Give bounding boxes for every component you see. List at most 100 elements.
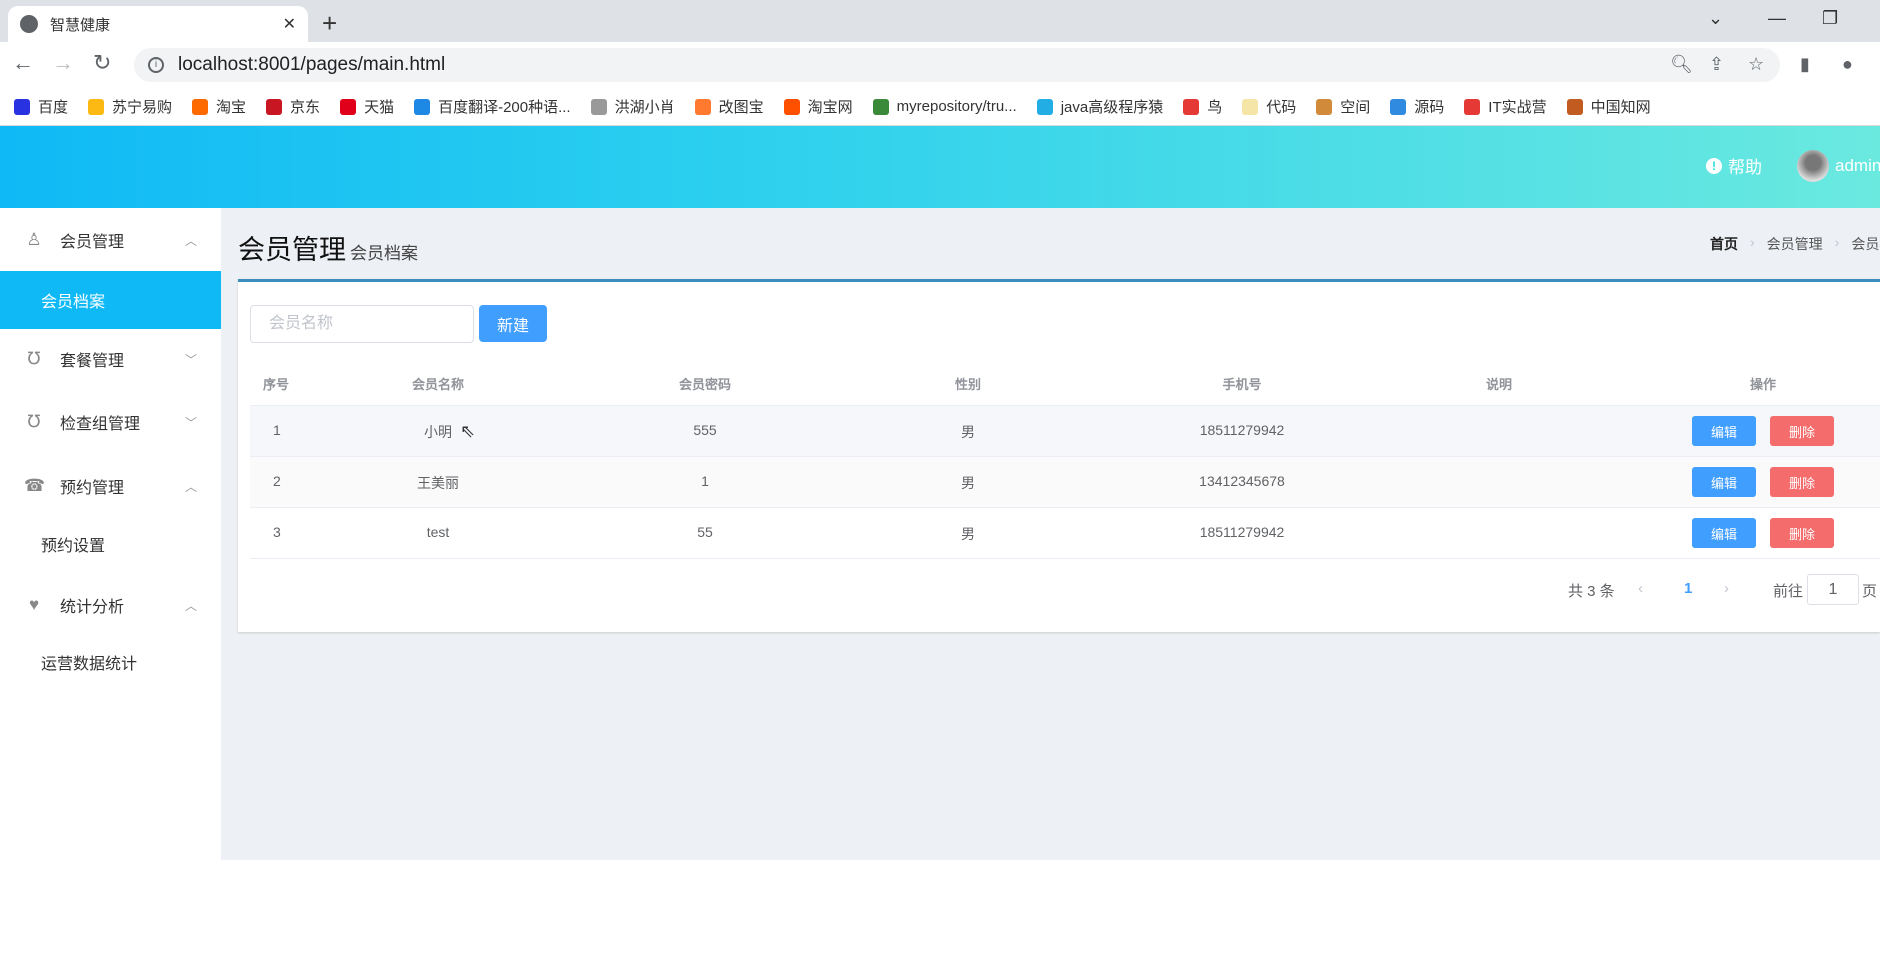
sidebar-item-label: 预约管理 [60,480,125,497]
bookmark-item[interactable]: myrepository/tru... [872,98,1017,115]
globe-icon [20,15,38,33]
edit-button[interactable]: 编辑 [1692,467,1756,497]
reload-icon[interactable]: ↻ [93,50,111,76]
delete-button[interactable]: 删除 [1770,416,1834,446]
bookmark-item[interactable]: java高级程序猿 [1036,96,1163,117]
sidebar-item-label: 会员档案 [41,294,106,311]
bookmark-label: 洪湖小肖 [614,99,675,116]
bookmark-label: 空间 [1340,99,1371,116]
page-suffix: 页 [1862,583,1878,600]
table-cell: 小明 [424,424,452,440]
sidebar-group[interactable]: ♥ 统计分析 ︿ [0,576,221,634]
bookmark-label: 淘宝 [216,99,247,116]
bookmark-item[interactable]: 百度 [14,96,68,117]
table-cell: 男 [961,424,975,440]
url-text: localhost:8001/pages/main.html [178,54,446,75]
breadcrumb: 首页› 会员管理› 会员档案 [1710,234,1880,254]
user-doctor-icon: ♙ [26,230,42,249]
back-icon[interactable]: ← [12,50,34,76]
info-icon[interactable]: i [148,57,164,73]
delete-button[interactable]: 删除 [1770,467,1834,497]
sidebar-group[interactable]: ♙ 会员管理 ︿ [0,211,221,269]
bookmark-item[interactable]: 鸟 [1183,96,1222,117]
bookmark-label: 京东 [290,99,321,116]
bookmark-item[interactable]: 代码 [1242,96,1296,117]
sidebar-group[interactable]: ℧ 检查组管理 ﹀ [0,393,221,451]
profile-icon[interactable]: ● [1842,54,1853,75]
next-page-button[interactable]: › [1724,580,1729,597]
bookmark-item[interactable]: 空间 [1316,96,1370,117]
column-header: 说明 [1485,377,1513,392]
browser-tab[interactable]: 智慧健康 ✕ [8,6,308,42]
sidebar-subitem[interactable]: 预约设置 [0,515,221,573]
address-bar[interactable]: i localhost:8001/pages/main.html [134,48,1780,82]
new-tab-button[interactable]: + [322,8,337,39]
new-button[interactable]: 新建 [479,305,547,342]
title-text: 会员管理 [238,235,346,265]
share-icon[interactable]: ⇪ [1709,54,1724,75]
minimize-icon[interactable]: — [1768,8,1786,29]
zoom-icon[interactable]: 🔍︎ [1670,54,1693,75]
bookmark-item[interactable]: IT实战营 [1464,96,1547,117]
side-panel-icon[interactable]: ▮ [1800,54,1810,75]
bookmark-label: 代码 [1266,99,1297,116]
bookmark-item[interactable]: 天猫 [340,96,394,117]
page-subtitle: 会员档案 [350,244,418,263]
bookmark-item[interactable]: 中国知网 [1566,96,1651,117]
bookmark-item[interactable]: 洪湖小肖 [590,96,675,117]
bookmark-favicon-icon [1390,98,1407,115]
bookmark-item[interactable]: 源码 [1390,96,1444,117]
page-title: 会员管理 会员档案 [238,228,418,267]
bookmark-favicon-icon [1242,98,1259,115]
edit-button[interactable]: 编辑 [1692,416,1756,446]
heartbeat-icon: ♥ [28,595,40,614]
prev-page-button[interactable]: ‹ [1638,580,1643,597]
sidebar-subitem[interactable]: 运营数据统计 [0,633,221,691]
table-row [250,457,1880,508]
bookmark-favicon-icon [1036,98,1053,115]
sidebar-group[interactable]: ☎ 预约管理 ︿ [0,457,221,515]
page-jump-input[interactable] [1807,574,1859,605]
table-cell: 1 [701,473,709,489]
sidebar-item-label: 会员管理 [60,234,125,251]
help-link[interactable]: ! 帮助 [1706,153,1762,178]
sidebar-item-label: 预约设置 [41,538,106,555]
bookmark-favicon-icon [88,98,105,115]
username: admin [1835,156,1880,175]
bookmark-favicon-icon [340,98,357,115]
bookmark-favicon-icon [192,98,209,115]
breadcrumb-home[interactable]: 首页 [1710,234,1738,254]
table-cell: 1 [273,422,281,438]
bookmark-item[interactable]: 京东 [266,96,320,117]
delete-button[interactable]: 删除 [1770,518,1834,548]
exclamation-icon: ! [1706,157,1722,174]
sidebar-group[interactable]: ℧ 套餐管理 ﹀ [0,330,221,388]
page-1-button[interactable]: 1 [1684,580,1692,597]
column-header: 性别 [954,377,982,392]
star-icon[interactable]: ☆ [1748,54,1764,75]
forward-icon[interactable]: → [52,50,74,76]
stethoscope-icon: ℧ [27,412,41,431]
bookmark-label: 鸟 [1207,99,1223,116]
bookmark-item[interactable]: 苏宁易购 [88,96,172,117]
bookmark-item[interactable]: 淘宝 [192,96,246,117]
bookmarks-bar: 百度 苏宁易购 淘宝 京东 天猫 百度翻译-200种语... 洪湖小肖 改图宝 淘宝网 myrep… [0,88,1880,126]
tab-search-icon[interactable]: ⌄ [1708,8,1723,29]
bookmark-item[interactable]: 淘宝网 [783,96,853,117]
close-tab-icon[interactable]: ✕ [283,14,296,34]
bookmark-item[interactable]: 百度翻译-200种语... [414,96,571,117]
member-name-search-input[interactable] [250,305,474,343]
chevron-up-icon: ︿ [184,598,197,613]
edit-button[interactable]: 编辑 [1692,518,1756,548]
table-cell: test [426,524,450,540]
bookmark-item[interactable]: 改图宝 [694,96,764,117]
bookmark-label: 天猫 [364,99,395,116]
table-cell: 3 [273,524,281,540]
bookmark-label: 淘宝网 [807,99,853,116]
table-cell: 男 [961,475,975,491]
bookmark-favicon-icon [783,98,800,115]
table-row [250,508,1880,559]
restore-icon[interactable]: ❐ [1822,8,1838,29]
sidebar-subitem[interactable]: 会员档案 [0,271,221,329]
user-menu[interactable]: admin [1797,150,1880,182]
